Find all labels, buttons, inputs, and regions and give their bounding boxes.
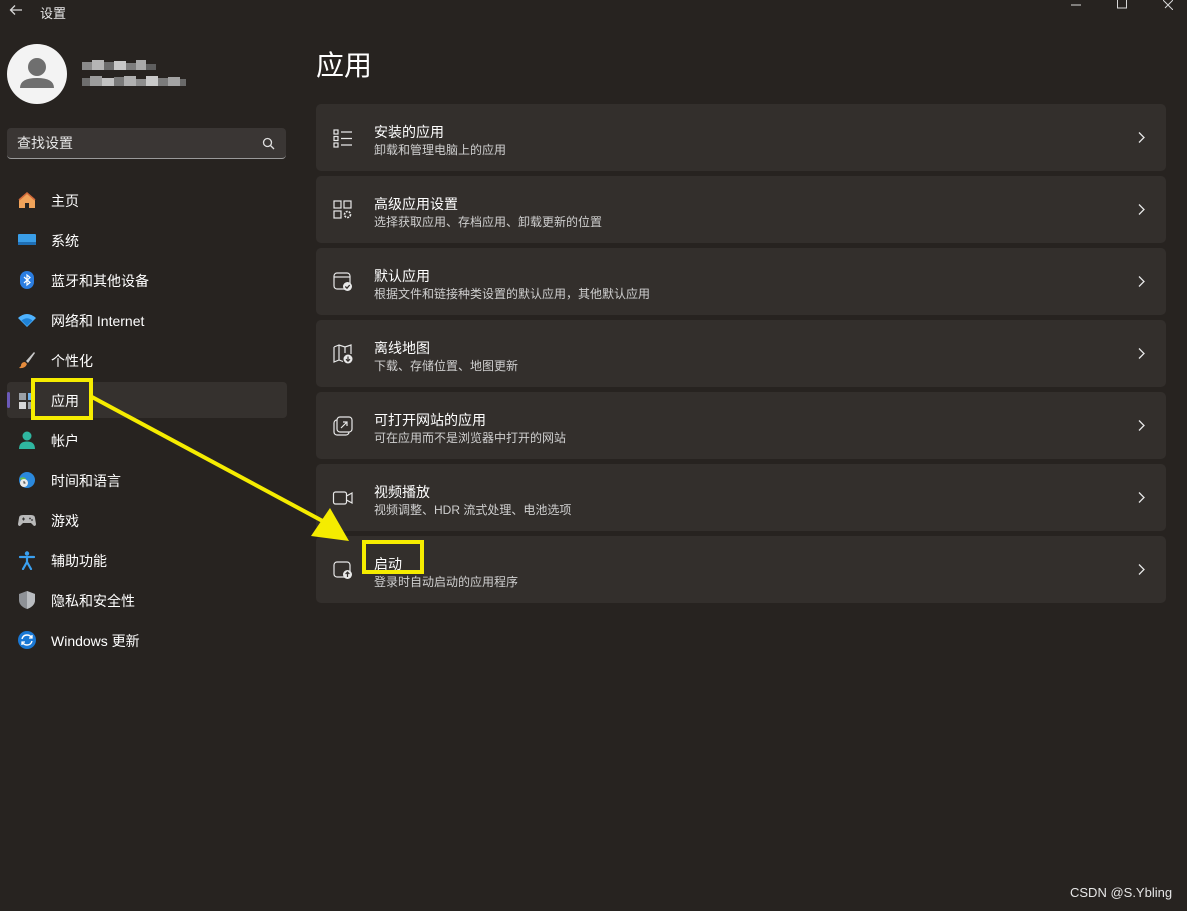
card-subtitle: 选择获取应用、存档应用、卸载更新的位置: [374, 215, 603, 229]
card-subtitle: 下载、存储位置、地图更新: [374, 359, 519, 373]
sidebar-item-system[interactable]: 系统: [7, 222, 287, 258]
grid-gear-icon: [333, 200, 352, 219]
open-external-icon: [333, 416, 353, 436]
sidebar-item-label: 时间和语言: [51, 473, 121, 489]
sidebar-item-accounts[interactable]: 帐户: [7, 422, 287, 458]
user-silhouette-icon: [20, 58, 54, 88]
home-icon: [18, 192, 36, 208]
person-icon: [19, 431, 35, 449]
sidebar-item-label: 系统: [51, 233, 79, 249]
chevron-right-icon: [1138, 204, 1145, 215]
sidebar-item-time-language[interactable]: 时间和语言: [7, 462, 287, 498]
card-subtitle: 登录时自动启动的应用程序: [374, 575, 519, 589]
monitor-icon: [18, 234, 36, 245]
search-input[interactable]: [17, 133, 247, 153]
sidebar-item-bluetooth[interactable]: 蓝牙和其他设备: [7, 262, 287, 298]
bluetooth-icon: [20, 271, 34, 289]
chevron-right-icon: [1138, 420, 1145, 431]
paintbrush-icon: [19, 352, 35, 369]
card-title: 离线地图: [374, 340, 430, 356]
sidebar-item-personalization[interactable]: 个性化: [7, 342, 287, 378]
card-title: 高级应用设置: [374, 196, 458, 212]
shield-icon: [19, 591, 35, 609]
sidebar-item-label: 蓝牙和其他设备: [51, 273, 149, 289]
chevron-right-icon: [1138, 564, 1145, 575]
startup-icon: [333, 561, 352, 579]
annotation-box-apps: [31, 378, 93, 420]
card-title: 默认应用: [374, 268, 430, 284]
card-startup[interactable]: 启动 登录时自动启动的应用程序: [316, 536, 1166, 603]
maximize-icon[interactable]: [1117, 0, 1127, 10]
card-subtitle: 根据文件和链接种类设置的默认应用，其他默认应用: [374, 287, 651, 301]
sidebar-item-label: 辅助功能: [51, 553, 107, 569]
globe-clock-icon: [19, 472, 35, 488]
window-title: 设置: [40, 6, 67, 21]
card-installed-apps[interactable]: 安装的应用 卸载和管理电脑上的应用: [316, 104, 1166, 171]
card-subtitle: 视频调整、HDR 流式处理、电池选项: [374, 503, 572, 517]
gamepad-icon: [18, 515, 36, 526]
accessibility-icon: [18, 551, 36, 570]
close-icon[interactable]: [1163, 0, 1173, 10]
sidebar-item-label: 游戏: [51, 513, 79, 529]
video-camera-icon: [332, 491, 353, 505]
sidebar-item-privacy[interactable]: 隐私和安全性: [7, 582, 287, 618]
watermark: CSDN @S.Ybling: [1070, 885, 1173, 900]
annotation-box-startup: [362, 540, 424, 574]
back-arrow-icon[interactable]: [9, 3, 23, 17]
sidebar-item-network[interactable]: 网络和 Internet: [7, 302, 287, 338]
chevron-right-icon: [1138, 132, 1145, 143]
search-icon[interactable]: [262, 137, 275, 150]
minimize-icon[interactable]: [1071, 0, 1081, 10]
chevron-right-icon: [1138, 348, 1145, 359]
map-download-icon: [333, 344, 353, 364]
wifi-icon: [18, 314, 36, 327]
sync-icon: [18, 631, 36, 649]
sidebar-item-gaming[interactable]: 游戏: [7, 502, 287, 538]
sidebar-item-label: 网络和 Internet: [51, 313, 145, 329]
sidebar-item-label: 主页: [51, 193, 79, 209]
sidebar-item-accessibility[interactable]: 辅助功能: [7, 542, 287, 578]
card-subtitle: 可在应用而不是浏览器中打开的网站: [374, 431, 567, 445]
chevron-right-icon: [1138, 492, 1145, 503]
sidebar-item-home[interactable]: 主页: [7, 182, 287, 218]
card-subtitle: 卸载和管理电脑上的应用: [374, 143, 507, 157]
avatar[interactable]: [7, 44, 67, 104]
card-apps-for-websites[interactable]: 可打开网站的应用 可在应用而不是浏览器中打开的网站: [316, 392, 1166, 459]
card-default-apps[interactable]: 默认应用 根据文件和链接种类设置的默认应用，其他默认应用: [316, 248, 1166, 315]
card-offline-maps[interactable]: 离线地图 下载、存储位置、地图更新: [316, 320, 1166, 387]
card-title: 可打开网站的应用: [374, 412, 486, 428]
sidebar-item-label: 个性化: [51, 353, 93, 369]
card-title: 安装的应用: [374, 124, 444, 140]
window-check-icon: [333, 272, 352, 291]
list-icon: [333, 129, 352, 148]
card-advanced-app-settings[interactable]: 高级应用设置 选择获取应用、存档应用、卸载更新的位置: [316, 176, 1166, 243]
sidebar-item-label: 帐户: [51, 433, 79, 449]
sidebar-item-label: Windows 更新: [51, 633, 140, 649]
sidebar-item-windows-update[interactable]: Windows 更新: [7, 622, 287, 658]
active-indicator: [7, 392, 10, 408]
sidebar-item-label: 隐私和安全性: [51, 593, 135, 609]
card-title: 视频播放: [374, 484, 430, 500]
title-bar: 设置: [0, 0, 1187, 24]
search-box: [7, 128, 286, 159]
card-video-playback[interactable]: 视频播放 视频调整、HDR 流式处理、电池选项: [316, 464, 1166, 531]
page-title: 应用: [316, 50, 373, 81]
chevron-right-icon: [1138, 276, 1145, 287]
blurred-user-name: [82, 60, 186, 86]
